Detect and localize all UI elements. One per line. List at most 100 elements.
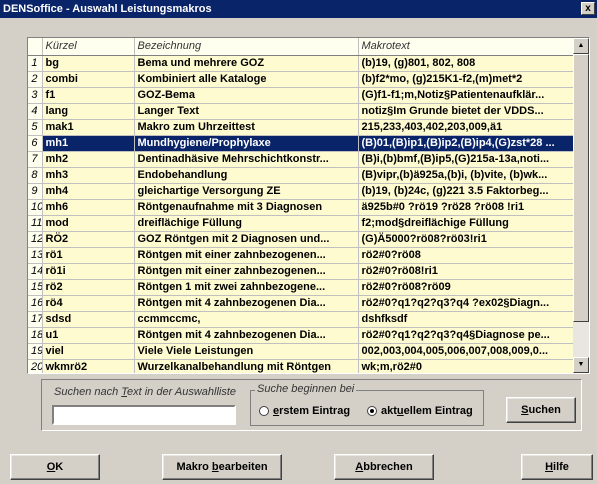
- cell-bezeichnung: Bema und mehrere GOZ: [134, 55, 359, 72]
- cell-bezeichnung: Röntgen 1 mit zwei zahnbezogene...: [134, 279, 359, 296]
- cell-makrotext: rö2#0?q1?q2?q3?q4§Diagnose pe...: [358, 327, 574, 344]
- cell-bezeichnung: Röntgen mit 4 zahnbezogenen Dia...: [134, 327, 359, 344]
- radio-current-entry[interactable]: aktuellem Eintrag: [367, 405, 473, 417]
- search-button[interactable]: Suchen: [506, 397, 576, 423]
- search-start-label: Suche beginnen bei: [255, 383, 357, 395]
- cell-kuerzel: mod: [42, 215, 135, 232]
- cell-makrotext: (B)i,(b)bmf,(B)ip5,(G)215a-13a,noti...: [358, 151, 574, 168]
- cell-kuerzel: sdsd: [42, 311, 135, 328]
- cell-bezeichnung: ccmmccmc,: [134, 311, 359, 328]
- row-number: 15: [28, 279, 43, 296]
- column-header-kuerzel[interactable]: Kürzel: [42, 38, 135, 56]
- close-icon[interactable]: x: [581, 2, 595, 15]
- column-header-makrotext[interactable]: Makrotext: [358, 38, 574, 56]
- radio-first-entry[interactable]: erstem Eintrag: [259, 405, 350, 417]
- cell-makrotext: 215,233,403,402,203,009,ä1: [358, 119, 574, 136]
- cell-makrotext: rö2#0?rö08?rö09: [358, 279, 574, 296]
- table-row[interactable]: 13rö1Röntgen mit einer zahnbezogenen...r…: [28, 247, 574, 264]
- window-title: DENSoffice - Auswahl Leistungsmakros: [3, 3, 212, 15]
- cell-bezeichnung: Mundhygiene/Prophylaxe: [134, 135, 359, 152]
- table-row[interactable]: 2 combi Kombiniert alle Kataloge (b)f2*mo, …: [28, 71, 574, 88]
- cell-makrotext: wk;m,rö2#0: [358, 359, 574, 373]
- vertical-scrollbar[interactable]: ▲ ▼: [573, 38, 589, 373]
- cell-kuerzel: combi: [42, 71, 135, 88]
- cell-kuerzel: mh6: [42, 199, 135, 216]
- radio-button-checked-icon[interactable]: [367, 406, 377, 416]
- help-button[interactable]: Hilfe: [521, 454, 593, 480]
- cell-bezeichnung: Kombiniert alle Kataloge: [134, 71, 359, 88]
- cell-bezeichnung: Röntgen mit einer zahnbezogenen...: [134, 263, 359, 280]
- ok-button[interactable]: OK: [10, 454, 100, 480]
- cell-kuerzel: bg: [42, 55, 135, 72]
- table-header-row: Kürzel Bezeichnung Makrotext: [28, 38, 574, 56]
- cell-bezeichnung: Endobehandlung: [134, 167, 359, 184]
- cell-makrotext: dshfksdf: [358, 311, 574, 328]
- table-row[interactable]: 8 mh3 Endobehandlung (B)vipr,(b)ä925a,(b)i,…: [28, 167, 574, 184]
- cell-bezeichnung: Langer Text: [134, 103, 359, 120]
- macro-grid: Kürzel Bezeichnung Makrotext 1 bg Bema und…: [27, 37, 590, 374]
- cell-makrotext: (b)19, (g)801, 802, 808: [358, 55, 574, 72]
- search-start-group: Suche beginnen bei erstem Eintrag aktuel…: [250, 383, 484, 426]
- table-row[interactable]: 4 lang Langer Text notiz§Im Grunde bietet d…: [28, 103, 574, 120]
- row-number: 6: [28, 135, 43, 152]
- row-number-header: [28, 38, 43, 56]
- table-row[interactable]: 1 bg Bema und mehrere GOZ (b)19, (g)801, 80…: [28, 55, 574, 72]
- table-row[interactable]: 6 mh1 Mundhygiene/Prophylaxe (B)01,(B)ip1,(…: [28, 135, 574, 152]
- row-number: 9: [28, 183, 43, 200]
- cell-bezeichnung: Wurzelkanalbehandlung mit Röntgen: [134, 359, 359, 373]
- cell-makrotext: (b)19, (b)24c, (g)221 3.5 Faktorbeg...: [358, 183, 574, 200]
- row-number: 12: [28, 231, 43, 248]
- table-row[interactable]: 12RÖ2GOZ Röntgen mit 2 Diagnosen und...(…: [28, 231, 574, 248]
- cancel-button[interactable]: Abbrechen: [334, 454, 434, 480]
- table-row[interactable]: 17sdsdccmmccmc,dshfksdf: [28, 311, 574, 328]
- cell-makrotext: (b)f2*mo, (g)215K1-f2,(m)met*2: [358, 71, 574, 88]
- cell-bezeichnung: Makro zum Uhrzeittest: [134, 119, 359, 136]
- cell-kuerzel: mh3: [42, 167, 135, 184]
- row-number: 11: [28, 215, 43, 232]
- cell-makrotext: notiz§Im Grunde bietet der VDDS...: [358, 103, 574, 120]
- cell-bezeichnung: GOZ-Bema: [134, 87, 359, 104]
- table-row[interactable]: 10mh6Röntgenaufnahme mit 3 Diagnosenä925…: [28, 199, 574, 216]
- table-row[interactable]: 15rö2Röntgen 1 mit zwei zahnbezogene...r…: [28, 279, 574, 296]
- cell-kuerzel: rö2: [42, 279, 135, 296]
- table-row[interactable]: 19vielViele Viele Leistungen002,003,004,…: [28, 343, 574, 360]
- cell-kuerzel: mh2: [42, 151, 135, 168]
- edit-macro-button[interactable]: Makro bearbeiten: [162, 454, 282, 480]
- cell-bezeichnung: Röntgen mit 4 zahnbezogenen Dia...: [134, 295, 359, 312]
- table-row[interactable]: 18u1Röntgen mit 4 zahnbezogenen Dia...rö…: [28, 327, 574, 344]
- row-number: 3: [28, 87, 43, 104]
- table-row[interactable]: 3 f1 GOZ-Bema (G)f1-f1;m,Notiz§Patientenauf…: [28, 87, 574, 104]
- table-row[interactable]: 9 mh4 gleichartige Versorgung ZE (b)19, (b)…: [28, 183, 574, 200]
- search-panel: Suchen nach Text in der Auswahlliste Suc…: [41, 379, 582, 431]
- table-row[interactable]: 5 mak1 Makro zum Uhrzeittest 215,233,403,40…: [28, 119, 574, 136]
- radio-button-icon[interactable]: [259, 406, 269, 416]
- triangle-up-icon[interactable]: ▲: [573, 38, 589, 54]
- search-label: Suchen nach Text in der Auswahlliste: [54, 386, 237, 398]
- cell-kuerzel: mh1: [42, 135, 135, 152]
- table-row[interactable]: 11 mod dreiflächige Füllung f2;mod§dreifläc…: [28, 215, 574, 232]
- search-input[interactable]: [52, 405, 236, 425]
- table-row[interactable]: 20wkmrö2Wurzelkanalbehandlung mit Röntge…: [28, 359, 574, 373]
- cell-bezeichnung: Röntgen mit einer zahnbezogenen...: [134, 247, 359, 264]
- row-number: 4: [28, 103, 43, 120]
- triangle-down-icon[interactable]: ▼: [573, 357, 589, 373]
- cell-bezeichnung: Viele Viele Leistungen: [134, 343, 359, 360]
- cell-bezeichnung: Röntgenaufnahme mit 3 Diagnosen: [134, 199, 359, 216]
- scrollbar-thumb[interactable]: [573, 54, 589, 322]
- row-number: 20: [28, 359, 43, 373]
- cell-kuerzel: viel: [42, 343, 135, 360]
- cell-makrotext: (B)01,(B)ip1,(B)ip2,(B)ip4,(G)zst*28 ...: [358, 135, 574, 152]
- cell-bezeichnung: Dentinadhäsive Mehrschichtkonstr...: [134, 151, 359, 168]
- row-number: 17: [28, 311, 43, 328]
- table-row[interactable]: 14rö1iRöntgen mit einer zahnbezogenen...…: [28, 263, 574, 280]
- cell-makrotext: (G)f1-f1;m,Notiz§Patientenaufklär...: [358, 87, 574, 104]
- cell-makrotext: rö2#0?rö08!ri1: [358, 263, 574, 280]
- cell-bezeichnung: GOZ Röntgen mit 2 Diagnosen und...: [134, 231, 359, 248]
- row-number: 8: [28, 167, 43, 184]
- column-header-bezeichnung[interactable]: Bezeichnung: [134, 38, 359, 56]
- row-number: 7: [28, 151, 43, 168]
- table-row[interactable]: 16rö4Röntgen mit 4 zahnbezogenen Dia...r…: [28, 295, 574, 312]
- table-row[interactable]: 7 mh2 Dentinadhäsive Mehrschichtkonstr...(…: [28, 151, 574, 168]
- row-number: 5: [28, 119, 43, 136]
- cell-kuerzel: mak1: [42, 119, 135, 136]
